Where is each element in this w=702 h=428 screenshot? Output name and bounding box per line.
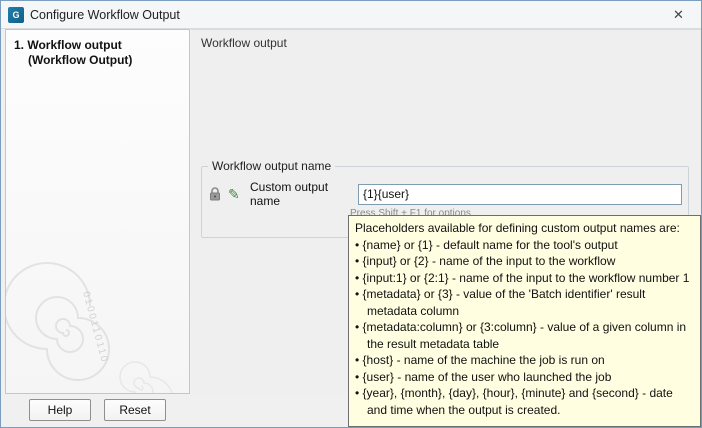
tooltip-item: {year}, {month}, {day}, {hour}, {minute}… [355,385,694,418]
custom-output-name-row: ✎ Custom output name [208,183,682,205]
wizard-step-1: 1. Workflow output (Workflow Output) [6,30,189,68]
custom-output-name-label: Custom output name [250,180,358,208]
custom-output-name-input[interactable] [358,184,682,205]
tooltip-title: Placeholders available for defining cust… [355,220,694,237]
edit-pencil-icon[interactable]: ✎ [228,187,244,201]
tooltip-item: {input:1} or {2:1} - name of the input t… [355,270,694,287]
wizard-sidebar: 1. Workflow output (Workflow Output) 010… [5,29,190,394]
title-bar: G Configure Workflow Output ✕ [1,1,701,29]
page-title: Workflow output [201,36,287,50]
placeholders-tooltip: Placeholders available for defining cust… [348,215,701,427]
window-title: Configure Workflow Output [30,8,180,22]
watermark-digits: 0100110110 [80,290,110,364]
tooltip-item: {metadata} or {3} - value of the 'Batch … [355,286,694,319]
tooltip-item: {input} or {2} - name of the input to th… [355,253,694,270]
tooltip-list: {name} or {1} - default name for the too… [355,237,694,419]
tooltip-item: {user} - name of the user who launched t… [355,369,694,386]
reset-button[interactable]: Reset [104,399,166,421]
tooltip-item: {host} - name of the machine the job is … [355,352,694,369]
dialog-window: G Configure Workflow Output ✕ 1. Workflo… [0,0,702,428]
group-title: Workflow output name [208,159,335,173]
help-button[interactable]: Help [29,399,91,421]
tooltip-item: {metadata:column} or {3:column} - value … [355,319,694,352]
app-icon: G [8,7,24,23]
lock-icon[interactable] [208,186,222,202]
close-icon[interactable]: ✕ [656,1,701,29]
watermark-spiral [5,183,190,394]
tooltip-item: {name} or {1} - default name for the too… [355,237,694,254]
